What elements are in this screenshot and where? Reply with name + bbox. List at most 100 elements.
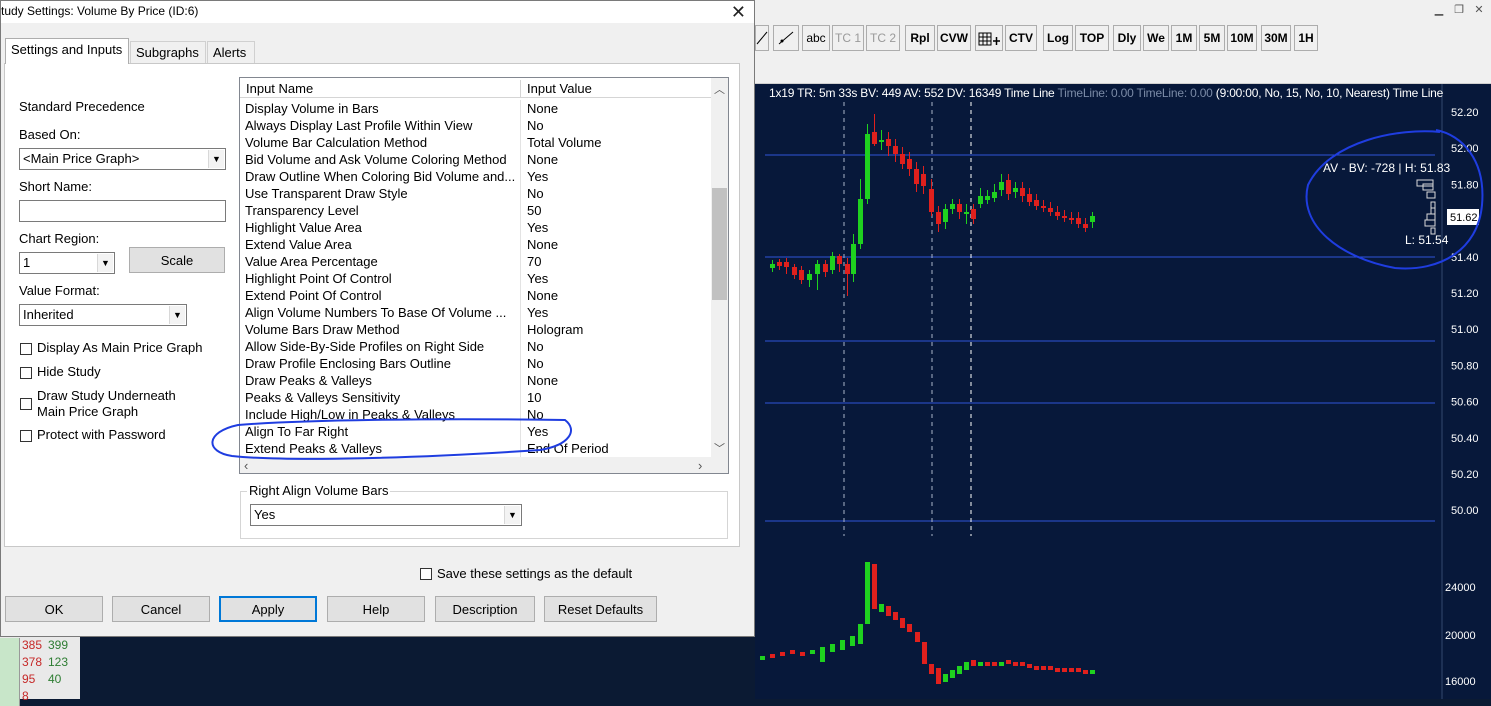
- grid-row[interactable]: Include High/Low in Peaks & Valleys No: [240, 406, 712, 423]
- replay-button[interactable]: Rpl: [905, 25, 935, 51]
- tc1-button[interactable]: TC 1: [832, 25, 864, 51]
- input-value-cell[interactable]: Yes: [527, 423, 548, 440]
- input-value-cell[interactable]: No: [527, 355, 544, 372]
- input-value-cell[interactable]: None: [527, 236, 558, 253]
- tab-settings-and-inputs[interactable]: Settings and Inputs: [5, 38, 129, 64]
- save-default-checkbox[interactable]: [420, 568, 432, 580]
- text-tool-button[interactable]: abc: [802, 25, 830, 51]
- grid-row[interactable]: Draw Outline When Coloring Bid Volume an…: [240, 168, 712, 185]
- 30m-button[interactable]: 30M: [1261, 25, 1291, 51]
- weekly-button[interactable]: We: [1143, 25, 1169, 51]
- col-input-value[interactable]: Input Value: [521, 80, 712, 98]
- input-value-cell[interactable]: Yes: [527, 304, 548, 321]
- grid-row[interactable]: Align To Far Right Yes: [240, 423, 712, 440]
- grid-row[interactable]: Bid Volume and Ask Volume Coloring Metho…: [240, 151, 712, 168]
- volume-candle: [957, 666, 962, 674]
- grid-row[interactable]: Highlight Point Of Control Yes: [240, 270, 712, 287]
- input-value-cell[interactable]: None: [527, 100, 558, 117]
- draw-line-tool-icon[interactable]: [755, 25, 769, 51]
- input-value-cell[interactable]: Yes: [527, 168, 548, 185]
- minimize-icon[interactable]: ▁: [1431, 3, 1447, 17]
- close-icon[interactable]: ✕: [731, 1, 746, 23]
- scroll-right-icon[interactable]: ›: [698, 458, 702, 473]
- daily-button[interactable]: Dly: [1113, 25, 1141, 51]
- log-button[interactable]: Log: [1043, 25, 1073, 51]
- input-value-cell[interactable]: No: [527, 185, 544, 202]
- input-value-cell[interactable]: 70: [527, 253, 541, 270]
- grid-row[interactable]: Align Volume Numbers To Base Of Volume .…: [240, 304, 712, 321]
- grid-row[interactable]: Extend Peaks & Valleys End Of Period: [240, 440, 712, 457]
- input-value-cell[interactable]: Hologram: [527, 321, 583, 338]
- input-value-cell[interactable]: Total Volume: [527, 134, 601, 151]
- col-input-name[interactable]: Input Name: [240, 80, 521, 98]
- scale-button[interactable]: Scale: [129, 247, 225, 273]
- grid-row[interactable]: Use Transparent Draw Style No: [240, 185, 712, 202]
- chevron-down-icon[interactable]: ▼: [504, 506, 520, 524]
- ctv-button[interactable]: CTV: [1005, 25, 1037, 51]
- scroll-up-icon[interactable]: ︿: [714, 81, 725, 97]
- grid-row[interactable]: Draw Profile Enclosing Bars Outline No: [240, 355, 712, 372]
- input-value-cell[interactable]: None: [527, 151, 558, 168]
- grid-row[interactable]: Value Area Percentage 70: [240, 253, 712, 270]
- grid-row[interactable]: Always Display Last Profile Within View N…: [240, 117, 712, 134]
- cvw-button[interactable]: CVW: [937, 25, 971, 51]
- input-value-cell[interactable]: Yes: [527, 219, 548, 236]
- draw-ray-tool-icon[interactable]: [773, 25, 799, 51]
- selected-input-select[interactable]: Yes ▼: [250, 504, 522, 526]
- input-value-cell[interactable]: None: [527, 287, 558, 304]
- cancel-button[interactable]: Cancel: [112, 596, 210, 622]
- grid-row[interactable]: Display Volume in Bars None: [240, 100, 712, 117]
- input-value-cell[interactable]: No: [527, 406, 544, 423]
- input-value-cell[interactable]: None: [527, 372, 558, 389]
- grid-row[interactable]: Highlight Value Area Yes: [240, 219, 712, 236]
- grid-row[interactable]: Volume Bars Draw Method Hologram: [240, 321, 712, 338]
- input-value-cell[interactable]: 10: [527, 389, 541, 406]
- input-value-cell[interactable]: 50: [527, 202, 541, 219]
- grid-crosshair-icon[interactable]: [975, 25, 1003, 51]
- chevron-down-icon[interactable]: ▼: [97, 254, 113, 272]
- close-chart-icon[interactable]: ✕: [1471, 3, 1487, 17]
- input-value-cell[interactable]: End Of Period: [527, 440, 609, 457]
- chevron-down-icon[interactable]: ▼: [208, 150, 224, 168]
- chevron-down-icon[interactable]: ▼: [169, 306, 185, 324]
- 5m-button[interactable]: 5M: [1199, 25, 1225, 51]
- description-button[interactable]: Description: [435, 596, 535, 622]
- apply-button[interactable]: Apply: [219, 596, 317, 622]
- grid-row[interactable]: Extend Value Area None: [240, 236, 712, 253]
- horizontal-scrollbar[interactable]: ‹ ›: [240, 457, 728, 473]
- price-chart[interactable]: 52.2052.0051.8051.6051.4051.2051.0050.80…: [755, 84, 1491, 699]
- hide-study-checkbox[interactable]: [20, 367, 32, 379]
- draw-underneath-checkbox[interactable]: [20, 398, 32, 410]
- based-on-select[interactable]: <Main Price Graph> ▼: [19, 148, 226, 170]
- grid-row[interactable]: Draw Peaks & Valleys None: [240, 372, 712, 389]
- input-value-cell[interactable]: No: [527, 117, 544, 134]
- tc2-button[interactable]: TC 2: [866, 25, 900, 51]
- chart-region-select[interactable]: 1 ▼: [19, 252, 115, 274]
- tab-subgraphs[interactable]: Subgraphs: [130, 41, 206, 63]
- restore-icon[interactable]: ❐: [1451, 3, 1467, 17]
- display-as-main-checkbox[interactable]: [20, 343, 32, 355]
- scroll-down-icon[interactable]: ﹀: [714, 440, 725, 456]
- tab-alerts[interactable]: Alerts: [207, 41, 255, 63]
- short-name-input[interactable]: [19, 200, 226, 222]
- value-format-select[interactable]: Inherited ▼: [19, 304, 187, 326]
- inputs-grid[interactable]: Input Name Input Value Display Volume in…: [239, 77, 729, 474]
- top-button[interactable]: TOP: [1075, 25, 1109, 51]
- 1m-button[interactable]: 1M: [1171, 25, 1197, 51]
- reset-defaults-button[interactable]: Reset Defaults: [544, 596, 657, 622]
- scroll-thumb[interactable]: [712, 188, 727, 300]
- grid-row[interactable]: Transparency Level 50: [240, 202, 712, 219]
- grid-row[interactable]: Allow Side-By-Side Profiles on Right Sid…: [240, 338, 712, 355]
- help-button[interactable]: Help: [327, 596, 425, 622]
- 1h-button[interactable]: 1H: [1294, 25, 1318, 51]
- protect-password-checkbox[interactable]: [20, 430, 32, 442]
- grid-row[interactable]: Volume Bar Calculation Method Total Volum…: [240, 134, 712, 151]
- grid-row[interactable]: Extend Point Of Control None: [240, 287, 712, 304]
- grid-row[interactable]: Peaks & Valleys Sensitivity 10: [240, 389, 712, 406]
- ok-button[interactable]: OK: [5, 596, 103, 622]
- input-value-cell[interactable]: Yes: [527, 270, 548, 287]
- scroll-left-icon[interactable]: ‹: [244, 458, 248, 473]
- vertical-scrollbar[interactable]: ︿ ﹀: [711, 78, 728, 458]
- 10m-button[interactable]: 10M: [1227, 25, 1257, 51]
- input-value-cell[interactable]: No: [527, 338, 544, 355]
